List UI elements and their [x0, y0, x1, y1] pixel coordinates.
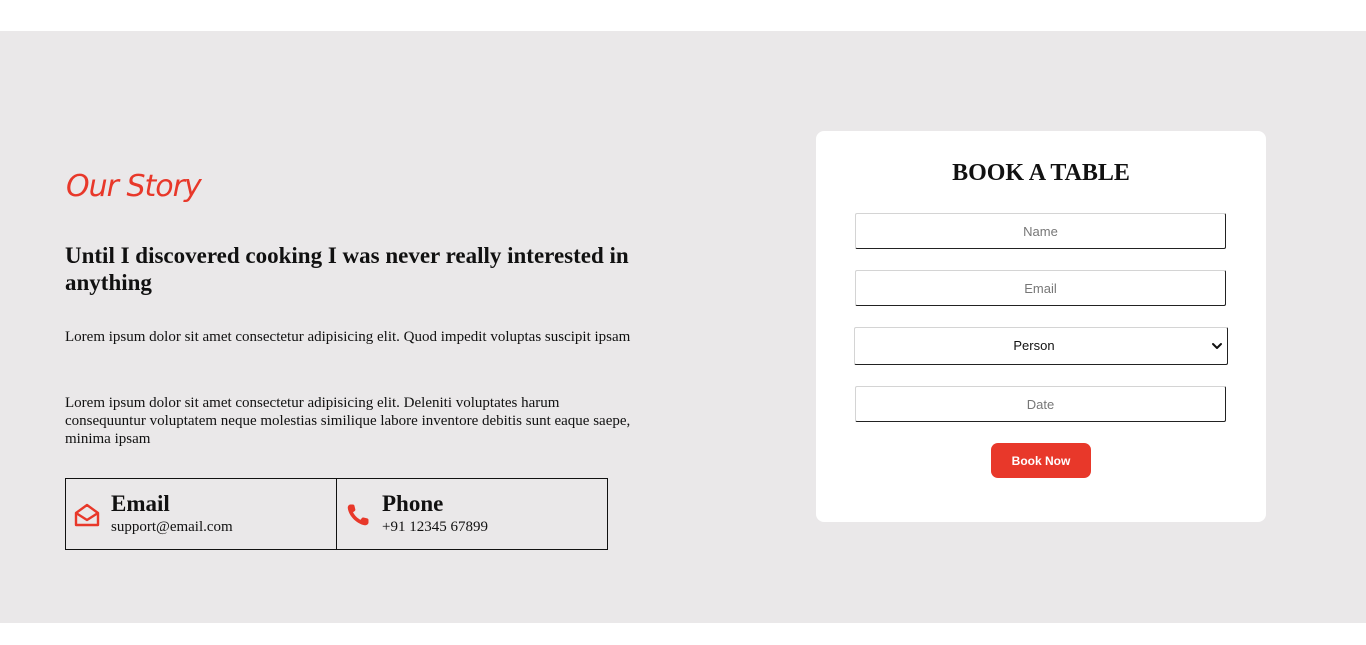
story-heading: Until I discovered cooking I was never r… [65, 243, 629, 295]
person-select-value: Person [1013, 338, 1055, 353]
date-input[interactable] [855, 386, 1226, 422]
contact-phone-cell: Phone +91 12345 67899 [336, 479, 607, 549]
book-table-card: BOOK A TABLE Person Book Now [816, 131, 1266, 522]
story-title: Our Story [66, 169, 202, 204]
book-now-button[interactable]: Book Now [991, 443, 1091, 478]
contact-phone-label: Phone [382, 491, 444, 516]
phone-icon [347, 504, 369, 526]
name-input[interactable] [855, 213, 1226, 249]
person-select[interactable]: Person [854, 327, 1228, 365]
contact-phone-value: +91 12345 67899 [382, 519, 488, 535]
book-table-title: BOOK A TABLE [952, 160, 1130, 186]
contact-email-cell: Email support@email.com [66, 479, 336, 549]
story-paragraph-1: Lorem ipsum dolor sit amet consectetur a… [65, 329, 631, 345]
contact-info-box: Email support@email.com Phone +91 12345 … [65, 478, 608, 550]
contact-email-label: Email [111, 491, 170, 516]
story-paragraph-2: Lorem ipsum dolor sit amet consectetur a… [65, 395, 631, 447]
envelope-open-icon [74, 503, 100, 527]
contact-email-value: support@email.com [111, 519, 233, 535]
email-input[interactable] [855, 270, 1226, 306]
chevron-down-icon [1212, 343, 1222, 349]
